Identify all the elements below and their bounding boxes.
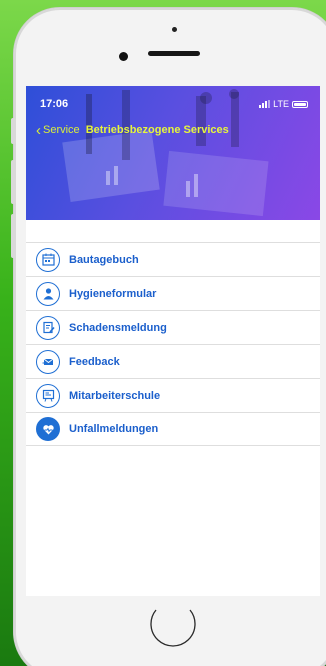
service-item-feedback[interactable]: Feedback	[26, 344, 320, 378]
whiteboard-icon	[36, 383, 60, 408]
front-camera	[119, 52, 128, 61]
signal-icon	[259, 100, 271, 108]
header-banner: 17:06 LTE ‹ Service Betriebsbezogene Ser…	[26, 86, 320, 220]
nav-bar: ‹ Service Betriebsbezogene Services	[36, 123, 229, 138]
service-list: Bautagebuch Hygieneformular Schadensmeld…	[26, 242, 320, 446]
mute-switch	[11, 118, 16, 144]
proximity-sensor	[172, 27, 177, 32]
battery-icon	[292, 100, 308, 108]
heart-icon	[36, 417, 60, 441]
page-title: Betriebsbezogene Services	[85, 124, 229, 136]
service-item-hygieneformular[interactable]: Hygieneformular	[26, 276, 320, 310]
home-button[interactable]	[146, 598, 200, 652]
service-item-unfallmeldungen[interactable]: Unfallmeldungen	[26, 412, 320, 446]
service-item-schadensmeldung[interactable]: Schadensmeldung	[26, 310, 320, 344]
document-edit-icon	[36, 315, 60, 340]
service-item-bautagebuch[interactable]: Bautagebuch	[26, 242, 320, 276]
app-screen: 17:06 LTE ‹ Service Betriebsbezogene Ser…	[26, 86, 320, 596]
back-button[interactable]: Service	[43, 124, 80, 136]
service-item-label: Unfallmeldungen	[69, 423, 159, 435]
calendar-icon	[36, 247, 60, 272]
volume-up-button	[11, 160, 16, 204]
service-item-label: Feedback	[69, 355, 120, 368]
volume-down-button	[11, 214, 16, 258]
person-icon	[36, 281, 60, 306]
service-item-label: Hygieneformular	[69, 287, 157, 300]
service-item-label: Mitarbeiterschule	[69, 389, 161, 402]
back-chevron-icon[interactable]: ‹	[36, 123, 41, 138]
service-item-mitarbeiterschule[interactable]: Mitarbeiterschule	[26, 378, 320, 412]
service-item-label: Schadensmeldung	[69, 321, 167, 334]
earpiece-speaker	[148, 51, 200, 56]
status-time: 17:06	[40, 98, 69, 110]
status-indicators: LTE	[259, 99, 308, 109]
network-type: LTE	[273, 99, 289, 109]
service-item-label: Bautagebuch	[69, 253, 139, 266]
envelope-icon	[36, 349, 60, 374]
